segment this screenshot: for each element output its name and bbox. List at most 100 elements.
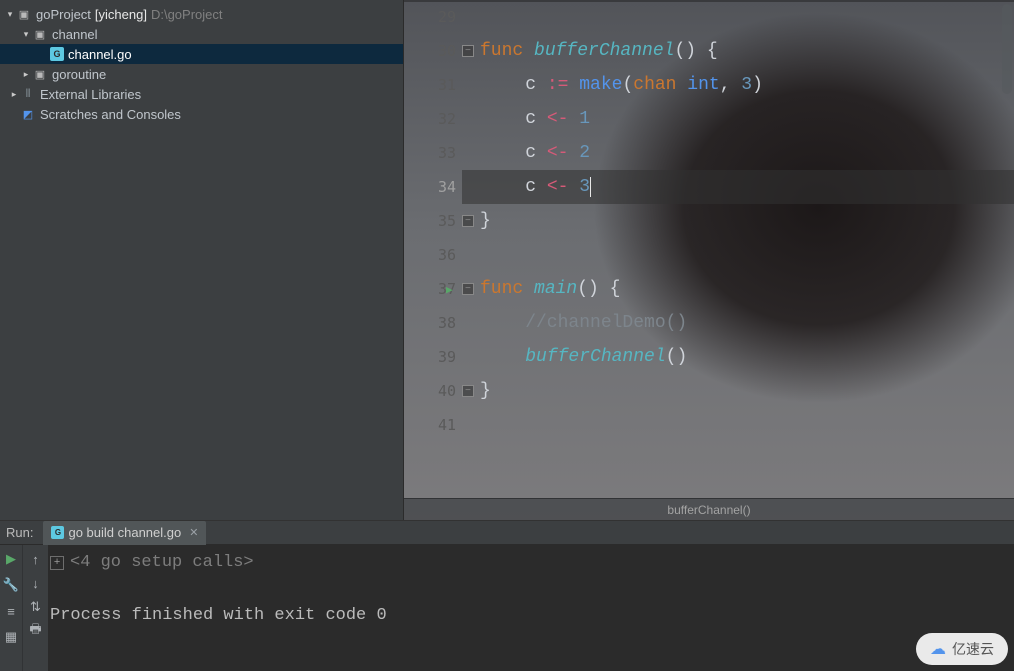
code-line[interactable]	[462, 0, 1014, 34]
gutter-line[interactable]: 33	[404, 136, 456, 170]
tree-file-channel-go[interactable]: G channel.go	[0, 44, 403, 64]
cloud-icon: ☁	[930, 639, 946, 659]
token-par: ()	[674, 41, 696, 61]
code-line[interactable]	[462, 238, 1014, 272]
token-fn: bufferChannel	[534, 41, 674, 61]
project-tree[interactable]: ▾ ▣ goProject [yicheng] D:\goProject ▾ ▣…	[0, 0, 404, 520]
token-par: ()	[666, 347, 688, 367]
tree-context: [yicheng]	[95, 7, 147, 22]
gutter-line[interactable]: 36	[404, 238, 456, 272]
gutter-line[interactable]: 34	[404, 170, 456, 204]
token-num: 3	[579, 177, 590, 197]
code-line[interactable]: c <- 2	[462, 136, 1014, 170]
breadcrumb-text: bufferChannel()	[667, 503, 750, 517]
gutter-line[interactable]: 41	[404, 408, 456, 442]
code-line[interactable]: c <- 3	[462, 170, 1014, 204]
token-op: <-	[547, 143, 569, 163]
token-id: ,	[720, 75, 742, 95]
console-output[interactable]: + <4 go setup calls> Process finished wi…	[48, 545, 1014, 671]
fold-icon[interactable]: −	[462, 385, 474, 397]
token-num: 2	[579, 143, 590, 163]
tree-label: goroutine	[52, 67, 106, 82]
token-cmt: //channelDemo()	[482, 313, 687, 333]
tree-path: D:\goProject	[151, 7, 223, 22]
tree-folder-channel[interactable]: ▾ ▣ channel	[0, 24, 403, 44]
token-id: c	[482, 75, 547, 95]
code-line[interactable]: c := make(chan int, 3)	[462, 68, 1014, 102]
breadcrumb[interactable]: bufferChannel()	[404, 498, 1014, 520]
folder-icon: ▣	[32, 26, 48, 42]
code-line[interactable]: //channelDemo()	[462, 306, 1014, 340]
token-id: }	[480, 211, 491, 231]
gutter-line[interactable]: 39	[404, 340, 456, 374]
stack-icon[interactable]: ≡	[3, 603, 19, 619]
settings-icon[interactable]: 🔧	[3, 577, 19, 593]
code-line[interactable]: −}	[462, 374, 1014, 408]
token-kw: func	[480, 279, 534, 299]
go-file-icon: G	[50, 47, 64, 61]
gutter-line[interactable]: 37▶	[404, 272, 456, 306]
token-op: <-	[547, 177, 569, 197]
token-par: (	[622, 75, 633, 95]
expand-icon[interactable]: +	[50, 556, 64, 570]
run-tab-label: go build channel.go	[68, 525, 181, 540]
fold-icon[interactable]: −	[462, 215, 474, 227]
console-hidden-line: <4 go setup calls>	[70, 553, 254, 572]
token-id	[568, 177, 579, 197]
token-fn: bufferChannel	[525, 347, 665, 367]
gutter-line[interactable]: 32	[404, 102, 456, 136]
token-id: c	[482, 143, 547, 163]
run-config-tab[interactable]: G go build channel.go ✕	[43, 521, 206, 545]
code-line[interactable]: −}	[462, 204, 1014, 238]
tree-root[interactable]: ▾ ▣ goProject [yicheng] D:\goProject	[0, 4, 403, 24]
code-body[interactable]: −func bufferChannel() { c := make(chan i…	[462, 0, 1014, 498]
code-editor[interactable]: 293031323334353637▶38394041 −func buffer…	[404, 0, 1014, 520]
print-icon[interactable]: 🖶	[28, 623, 44, 639]
code-line[interactable]: c <- 1	[462, 102, 1014, 136]
token-id	[482, 347, 525, 367]
gutter-line[interactable]: 30	[404, 34, 456, 68]
gutter-line[interactable]: 29	[404, 0, 456, 34]
token-bi: make	[579, 75, 622, 95]
down-icon[interactable]: ↓	[28, 575, 44, 591]
fold-icon[interactable]: −	[462, 283, 474, 295]
token-par: ()	[577, 279, 599, 299]
gutter-line[interactable]: 31	[404, 68, 456, 102]
chevron-down-icon[interactable]: ▾	[4, 9, 16, 20]
up-icon[interactable]: ↑	[28, 551, 44, 567]
gutter-line[interactable]: 40	[404, 374, 456, 408]
stop-icon[interactable]: ▦	[3, 629, 19, 645]
rerun-icon[interactable]: ▶	[3, 551, 19, 567]
tree-label: channel	[52, 27, 98, 42]
token-id: {	[599, 279, 621, 299]
line-gutter[interactable]: 293031323334353637▶38394041	[404, 0, 462, 498]
token-id: {	[696, 41, 718, 61]
token-num: 1	[579, 109, 590, 129]
close-icon[interactable]: ✕	[189, 526, 198, 539]
wrap-icon[interactable]: ⇅	[28, 599, 44, 615]
token-num: 3	[741, 75, 752, 95]
library-icon: ⫴	[20, 86, 36, 102]
run-tool-window[interactable]: Run: G go build channel.go ✕ ▶ 🔧 ≡ ▦ ↑ ↓…	[0, 520, 1014, 671]
tree-scratches[interactable]: ◩ Scratches and Consoles	[0, 104, 403, 124]
tree-folder-goroutine[interactable]: ▸ ▣ goroutine	[0, 64, 403, 84]
fold-icon[interactable]: −	[462, 45, 474, 57]
tree-label: goProject	[36, 7, 91, 22]
run-icon[interactable]: ▶	[446, 283, 453, 296]
gutter-line[interactable]: 38	[404, 306, 456, 340]
code-line[interactable]	[462, 408, 1014, 442]
code-line[interactable]: bufferChannel()	[462, 340, 1014, 374]
text-cursor	[590, 177, 591, 197]
tree-external-libraries[interactable]: ▸ ⫴ External Libraries	[0, 84, 403, 104]
token-id: c	[482, 177, 547, 197]
chevron-right-icon[interactable]: ▸	[8, 89, 20, 100]
token-fn: main	[534, 279, 577, 299]
gutter-line[interactable]: 35	[404, 204, 456, 238]
chevron-down-icon[interactable]: ▾	[20, 29, 32, 40]
code-line[interactable]: −func main() {	[462, 272, 1014, 306]
run-toolbar-secondary: ↑ ↓ ⇅ 🖶	[22, 545, 48, 671]
token-kw: func	[480, 41, 534, 61]
chevron-right-icon[interactable]: ▸	[20, 69, 32, 80]
token-op: <-	[547, 109, 569, 129]
code-line[interactable]: −func bufferChannel() {	[462, 34, 1014, 68]
